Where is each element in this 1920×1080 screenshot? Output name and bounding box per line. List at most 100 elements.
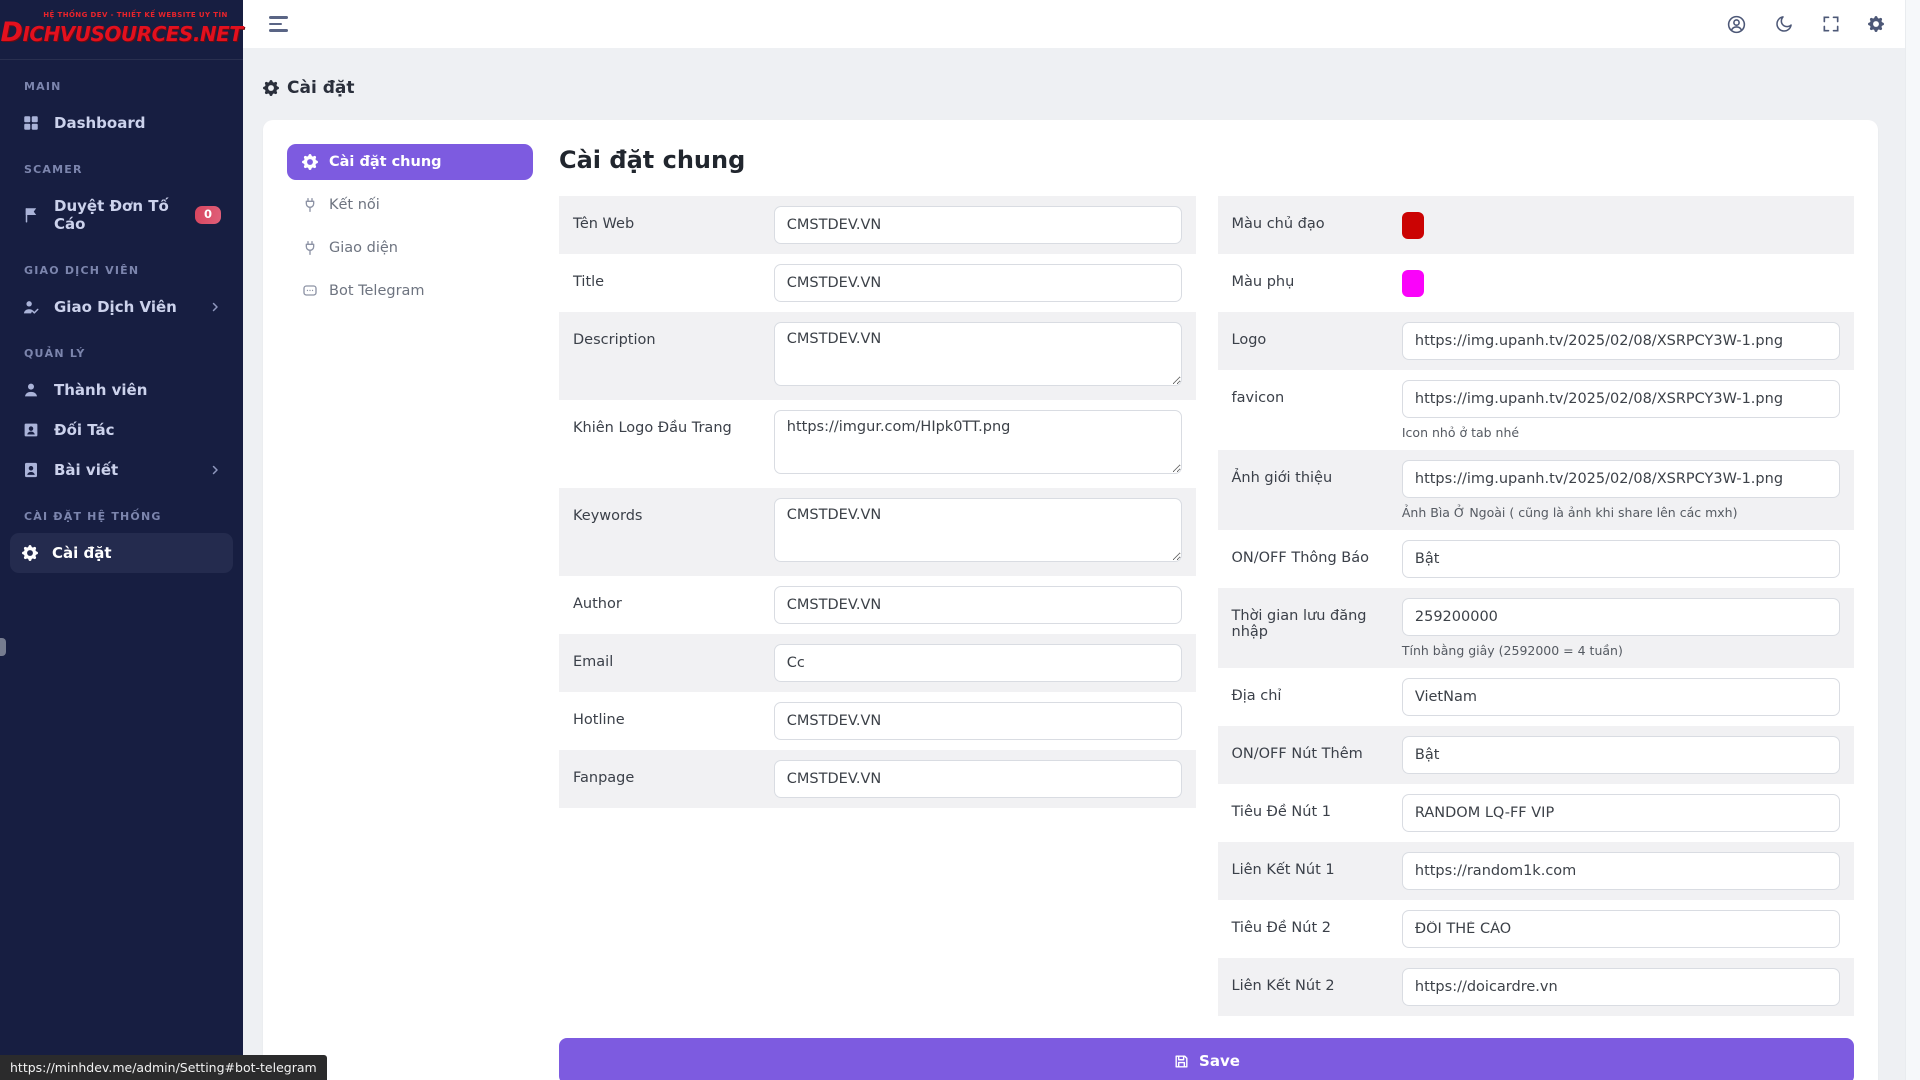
field-label: Liên Kết Nút 1 (1232, 852, 1402, 878)
form-row: Màu phụ (1218, 254, 1855, 312)
field-lien-ket-nut-1[interactable] (1402, 852, 1840, 890)
edge-handle[interactable] (0, 638, 6, 656)
brand-name: DICHVUSOURCES.NET (1, 19, 243, 47)
field-on-off-nut-them[interactable] (1402, 736, 1840, 774)
field-label: Fanpage (573, 760, 774, 786)
sidebar-item-duyet-on-to-cao[interactable]: Duyệt Đơn Tố Cáo0 (0, 186, 243, 244)
field-title[interactable] (774, 264, 1182, 302)
field-favicon[interactable] (1402, 380, 1840, 418)
form-row: Khiên Logo Đầu Tranghttps://imgur.com/HI… (559, 400, 1196, 488)
field-ia-chi[interactable] (1402, 678, 1840, 716)
sidebar-item-giao-dich-vien[interactable]: Giao Dịch Viên (0, 287, 243, 327)
save-disk-icon (1173, 1053, 1190, 1070)
sidebar-section-label: GIAO DỊCH VIÊN (24, 264, 219, 277)
tab-bot-telegram[interactable]: Bot Telegram (287, 273, 533, 309)
moon-icon[interactable] (1774, 14, 1794, 34)
tab-cai-at-chung[interactable]: Cài đặt chung (287, 144, 533, 180)
gear-icon (302, 154, 318, 170)
form-row: ON/OFF Nút Thêm (1218, 726, 1855, 784)
sidebar-item-cai-at[interactable]: Cài đặt (10, 533, 233, 573)
field-on-off-thong-bao[interactable] (1402, 540, 1840, 578)
field-label: Tên Web (573, 206, 774, 232)
gear-icon[interactable] (1868, 16, 1884, 32)
field-author[interactable] (774, 586, 1182, 624)
sidebar-item-label: Đối Tác (54, 421, 115, 439)
sidebar-item-dashboard[interactable]: Dashboard (0, 103, 243, 143)
user-icon (22, 381, 40, 399)
form-row: Logo (1218, 312, 1855, 370)
sidebar-section-label: MAIN (24, 80, 219, 93)
field-label: Author (573, 586, 774, 612)
topbar (243, 0, 1920, 48)
form-row: Tiêu Đề Nút 2 (1218, 900, 1855, 958)
brand-tagline: HỆ THỐNG DEV - THIẾT KẾ WEBSITE UY TÍN (43, 11, 227, 19)
field-label: Ảnh giới thiệu (1232, 460, 1402, 486)
brand-logo[interactable]: HỆ THỐNG DEV - THIẾT KẾ WEBSITE UY TÍN D… (0, 0, 243, 60)
sidebar-item-oi-tac[interactable]: Đối Tác (0, 410, 243, 450)
field-help: Tính bằng giây (2592000 = 4 tuần) (1402, 643, 1840, 658)
color-swatch-mau-chu-ao[interactable] (1402, 212, 1424, 239)
color-swatch-mau-phu[interactable] (1402, 270, 1424, 297)
page-scrollbar[interactable] (1905, 0, 1920, 1080)
grid-icon (22, 114, 40, 132)
field-khien-logo-au-trang[interactable]: https://imgur.com/HIpk0TT.png (774, 410, 1182, 474)
form-row: Thời gian lưu đăng nhậpTính bằng giây (2… (1218, 588, 1855, 668)
form-heading: Cài đặt chung (559, 146, 1854, 174)
sidebar-section-label: SCAMER (24, 163, 219, 176)
sidebar-section-label: CÀI ĐẶT HỆ THỐNG (24, 510, 219, 523)
field-description[interactable]: CMSTDEV.VN (774, 322, 1182, 386)
form-row: Địa chỉ (1218, 668, 1855, 726)
form-row: ON/OFF Thông Báo (1218, 530, 1855, 588)
sidebar-item-label: Cài đặt (52, 544, 112, 562)
field-logo[interactable] (1402, 322, 1840, 360)
settings-card: Cài đặt chung Kết nối Giao diện Bot Telegra… (263, 120, 1878, 1080)
field-thoi-gian-luu-ang-nhap[interactable] (1402, 598, 1840, 636)
user-circle-icon[interactable] (1726, 14, 1747, 35)
field-lien-ket-nut-2[interactable] (1402, 968, 1840, 1006)
field-label: ON/OFF Nút Thêm (1232, 736, 1402, 762)
menu-toggle-button[interactable] (265, 12, 292, 36)
sidebar-item-thanh-vien[interactable]: Thành viên (0, 370, 243, 410)
field-label: ON/OFF Thông Báo (1232, 540, 1402, 566)
sidebar-item-label: Thành viên (54, 381, 147, 399)
field-hotline[interactable] (774, 702, 1182, 740)
tab-label: Giao diện (329, 240, 398, 256)
page-title: Cài đặt (287, 78, 354, 98)
topbar-actions (1726, 14, 1884, 35)
sidebar-nav: MAIN Dashboard SCAMER Duyệt Đơn Tố Cáo0 GIAO… (0, 80, 243, 573)
form-row: Màu chủ đạo (1218, 196, 1855, 254)
fullscreen-icon[interactable] (1821, 14, 1841, 34)
tab-giao-dien[interactable]: Giao diện (287, 230, 533, 266)
settings-form: Cài đặt chung Tên WebTitleDescriptionCMS… (559, 144, 1854, 1080)
field-label: Title (573, 264, 774, 290)
settings-tabs: Cài đặt chung Kết nối Giao diện Bot Telegra… (287, 144, 533, 1080)
plug-icon (302, 197, 318, 213)
sidebar-item-label: Bài viết (54, 461, 118, 479)
field-label: Tiêu Đề Nút 1 (1232, 794, 1402, 820)
field-label: Tiêu Đề Nút 2 (1232, 910, 1402, 936)
field-email[interactable] (774, 644, 1182, 682)
tab-ket-noi[interactable]: Kết nối (287, 187, 533, 223)
field-anh-gioi-thieu[interactable] (1402, 460, 1840, 498)
field-tieu-e-nut-2[interactable] (1402, 910, 1840, 948)
form-table-left: Tên WebTitleDescriptionCMSTDEV.VNKhiên L… (559, 196, 1196, 808)
field-tieu-e-nut-1[interactable] (1402, 794, 1840, 832)
report-flag-icon (22, 206, 40, 224)
post-icon (22, 461, 40, 479)
field-label: Địa chỉ (1232, 678, 1402, 704)
sidebar-item-bai-viet[interactable]: Bài viết (0, 450, 243, 490)
field-help: Icon nhỏ ở tab nhé (1402, 425, 1840, 440)
field-keywords[interactable]: CMSTDEV.VN (774, 498, 1182, 562)
field-fanpage[interactable] (774, 760, 1182, 798)
field-ten-web[interactable] (774, 206, 1182, 244)
form-row: Liên Kết Nút 1 (1218, 842, 1855, 900)
form-row: Fanpage (559, 750, 1196, 808)
tab-label: Kết nối (329, 197, 380, 213)
save-button[interactable]: Save (559, 1038, 1854, 1080)
form-row: Ảnh giới thiệuẢnh Bìa Ở Ngoài ( cũng là … (1218, 450, 1855, 530)
content: Cài đặt Cài đặt chung Kết nối Giao diện Bot… (243, 48, 1920, 1080)
gear-icon (263, 80, 279, 96)
form-row: KeywordsCMSTDEV.VN (559, 488, 1196, 576)
gear-icon (22, 545, 38, 561)
field-label: Màu chủ đạo (1232, 206, 1402, 232)
